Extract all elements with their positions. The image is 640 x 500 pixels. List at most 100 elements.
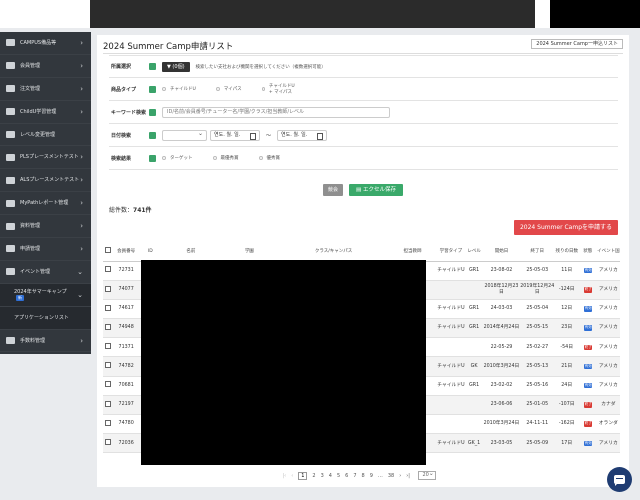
page-8[interactable]: 8 <box>362 473 365 479</box>
status-badge[interactable]: 有効 <box>583 267 592 274</box>
level: GR1 <box>465 299 484 320</box>
page-last-number[interactable]: 38 <box>388 473 394 479</box>
help-icon[interactable] <box>149 108 156 116</box>
page-6[interactable]: 6 <box>345 473 348 479</box>
col-learning-type[interactable]: 学習タイプ <box>436 242 466 262</box>
learning-type: チャイルドU <box>436 318 466 339</box>
sidebar-item-fees[interactable]: 手数料管理 › <box>0 330 91 353</box>
sidebar-item-level-change[interactable]: レベル変更管理 <box>0 124 91 147</box>
col-end[interactable]: 終了日 <box>519 242 555 262</box>
status-badge[interactable]: 終了 <box>583 287 592 293</box>
sidebar-item-als-test[interactable]: ALSプレースメントテスト › <box>0 169 91 193</box>
affiliation-dropdown[interactable]: ▼ (0個) <box>162 61 190 72</box>
row-checkbox[interactable] <box>105 400 112 407</box>
sidebar-item-childu-learning[interactable]: ChildU学習管理 › <box>0 101 91 124</box>
next-page-button[interactable]: › <box>399 473 401 479</box>
sidebar-item-mypath-report[interactable]: MyPathレポート管理 › <box>0 192 91 216</box>
search-button[interactable]: 競会 <box>323 184 343 196</box>
chat-button[interactable] <box>607 467 632 492</box>
status-badge[interactable]: 有効 <box>583 440 592 447</box>
pagination: |‹ ‹ 1 2 3 4 5 6 7 8 9 … 38 › ›| 20 <box>280 470 436 480</box>
sidebar-item-members[interactable]: 会員管理 › <box>0 55 91 78</box>
sidebar-item-orders[interactable]: 注文管理 › <box>0 78 91 101</box>
chat-icon <box>614 475 625 486</box>
radio-childu-mypath[interactable]: チャイルドU + マイパス <box>261 83 300 95</box>
chevron-right-icon: › <box>80 222 83 231</box>
col-class[interactable]: クラス/キャンパス <box>278 242 389 262</box>
col-school[interactable]: 学園 <box>219 242 279 262</box>
per-page-select[interactable]: 20 <box>418 470 436 480</box>
event-country: カナダ <box>596 395 620 416</box>
page-1[interactable]: 1 <box>298 471 308 480</box>
col-name[interactable]: 名前 <box>161 242 220 262</box>
row-checkbox[interactable] <box>105 419 112 426</box>
col-remaining[interactable]: 残りの日数 <box>554 242 579 262</box>
redacted-block <box>141 260 426 465</box>
row-checkbox[interactable] <box>105 285 112 292</box>
status-badge[interactable]: 終了 <box>583 402 592 408</box>
radio-best[interactable]: 最優秀賞 <box>212 155 239 161</box>
status-badge[interactable]: 終了 <box>583 344 592 351</box>
col-country[interactable]: イベント国 <box>596 242 620 262</box>
page-7[interactable]: 7 <box>353 473 356 479</box>
chevron-right-icon: › <box>80 336 83 345</box>
status-badge[interactable]: 有効 <box>583 382 592 389</box>
help-icon[interactable] <box>149 85 156 93</box>
last-page-button[interactable]: ›| <box>406 473 410 479</box>
row-checkbox[interactable] <box>105 381 112 388</box>
col-member-no[interactable]: 会員番号 <box>113 242 139 262</box>
sidebar-item-applications[interactable]: 申請管理 › <box>0 238 91 261</box>
keyword-input[interactable]: ID/名前/会員番号/チューター名/学園/クラス/担当教師/レベル <box>162 106 390 118</box>
radio-excellent[interactable]: 優秀賞 <box>258 155 280 161</box>
row-checkbox[interactable] <box>105 343 112 350</box>
col-level[interactable]: レベル <box>465 242 484 262</box>
date-to-input[interactable]: 연도. 월. 일. <box>277 129 328 141</box>
test-icon <box>6 176 15 184</box>
status-badge[interactable]: 有効 <box>583 325 592 331</box>
sidebar-item-application-list[interactable]: アプリケーションリスト <box>0 306 91 330</box>
row-checkbox[interactable] <box>105 362 112 369</box>
page-5[interactable]: 5 <box>337 473 340 479</box>
start-date: 2010年3月24日 <box>483 414 520 435</box>
col-teacher[interactable]: 担当教師 <box>388 242 437 262</box>
radio-childu[interactable]: チャイルドU <box>162 86 196 92</box>
sidebar-item-pls-test[interactable]: PLSプレースメントテスト › <box>0 146 91 170</box>
affiliation-hint: 検索したい支社および機関を選択してください（複数選択可能） <box>195 64 326 70</box>
radio-target[interactable]: ターゲット <box>162 155 193 161</box>
chevron-right-icon: › <box>80 176 83 185</box>
first-page-button[interactable]: |‹ <box>283 473 287 479</box>
excel-save-button[interactable]: ▤ エクセル保存 <box>349 184 403 196</box>
row-checkbox[interactable] <box>105 304 112 311</box>
page-9[interactable]: 9 <box>370 473 373 479</box>
sidebar-item-materials[interactable]: 資料管理 › <box>0 215 91 239</box>
remaining-days: -162日 <box>554 414 579 435</box>
prev-page-button[interactable]: ‹ <box>291 473 293 479</box>
help-icon[interactable] <box>149 154 156 162</box>
sidebar-item-events[interactable]: イベント管理 ⌄ <box>0 261 91 284</box>
application-list-button[interactable]: 2024 Summer Camp一申込リスト <box>531 39 623 49</box>
page-3[interactable]: 3 <box>321 473 324 479</box>
end-date: 25-05-16 <box>519 376 555 396</box>
help-icon[interactable] <box>149 131 156 139</box>
col-start[interactable]: 開始日 <box>483 242 520 262</box>
sidebar-item-summer-camp-2024[interactable]: 2024年サマーキャンプ新 ⌄ <box>0 283 91 307</box>
date-from-input[interactable]: 연도. 월. 일. <box>210 129 260 141</box>
status-badge[interactable]: 有効 <box>583 363 592 370</box>
radio-mypath[interactable]: マイパス <box>215 86 242 92</box>
status-badge[interactable]: 終了 <box>583 421 592 427</box>
level: GR1 <box>465 261 484 281</box>
page-2[interactable]: 2 <box>312 473 315 479</box>
help-icon[interactable] <box>149 63 156 70</box>
col-id[interactable]: ID <box>138 242 162 262</box>
select-all-checkbox[interactable] <box>105 247 112 253</box>
col-status[interactable]: 状態 <box>578 242 597 262</box>
apply-summer-camp-button[interactable]: 2024 Summer Campを申請する <box>514 220 618 235</box>
page-4[interactable]: 4 <box>329 473 332 479</box>
row-checkbox[interactable] <box>105 266 112 273</box>
date-type-select[interactable] <box>162 129 207 141</box>
row-checkbox[interactable] <box>105 323 112 330</box>
status-badge[interactable]: 有効 <box>583 306 592 312</box>
event-country: アメリカ <box>596 318 620 339</box>
sidebar-item-campus-supplies[interactable]: CAMPUS備品等 › <box>0 32 91 55</box>
row-checkbox[interactable] <box>105 439 112 446</box>
